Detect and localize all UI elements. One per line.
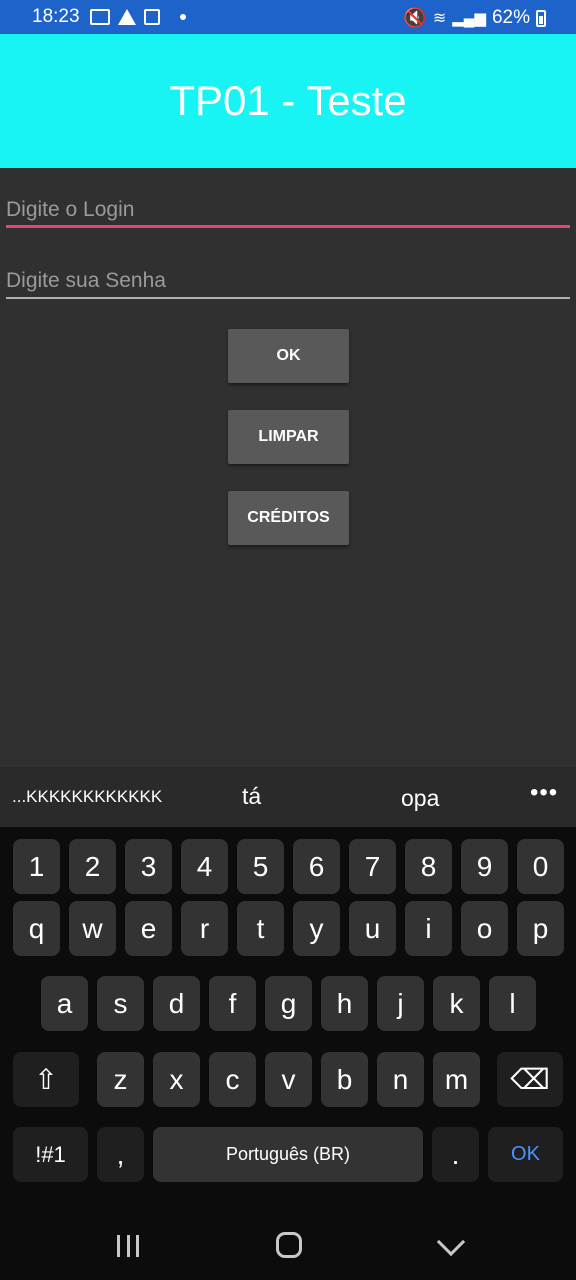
key-7[interactable]: 7	[349, 839, 396, 894]
key-f[interactable]: f	[209, 976, 256, 1031]
warning-icon	[118, 9, 136, 25]
clear-button[interactable]: LIMPAR	[228, 410, 349, 464]
home-icon[interactable]	[276, 1232, 302, 1258]
keyboard-ok-key[interactable]: OK	[488, 1127, 563, 1182]
key-r[interactable]: r	[181, 901, 228, 956]
key-z[interactable]: z	[97, 1052, 144, 1107]
notification-square-icon	[144, 9, 160, 25]
more-notifications-dot-icon	[180, 14, 186, 20]
more-options-icon[interactable]: •••	[530, 779, 558, 807]
key-h[interactable]: h	[321, 976, 368, 1031]
suggestion-2[interactable]: tá	[242, 783, 261, 810]
key-m[interactable]: m	[433, 1052, 480, 1107]
login-input[interactable]: Digite o Login	[6, 168, 570, 228]
backspace-key[interactable]: ⌫	[497, 1052, 563, 1107]
credits-button[interactable]: CRÉDITOS	[228, 491, 349, 545]
key-9[interactable]: 9	[461, 839, 508, 894]
key-c[interactable]: c	[209, 1052, 256, 1107]
mute-icon: 🔇	[403, 8, 427, 29]
login-form: Digite o Login Digite sua Senha OK LIMPA…	[0, 168, 576, 767]
status-time: 18:23	[32, 6, 80, 27]
key-6[interactable]: 6	[293, 839, 340, 894]
key-s[interactable]: s	[97, 976, 144, 1031]
key-q[interactable]: q	[13, 901, 60, 956]
notification-app-icon	[90, 9, 110, 25]
key-1[interactable]: 1	[13, 839, 60, 894]
ok-button[interactable]: OK	[228, 329, 349, 383]
key-4[interactable]: 4	[181, 839, 228, 894]
comma-key[interactable]: ,	[97, 1127, 144, 1182]
key-n[interactable]: n	[377, 1052, 424, 1107]
key-0[interactable]: 0	[517, 839, 564, 894]
key-p[interactable]: p	[517, 901, 564, 956]
key-d[interactable]: d	[153, 976, 200, 1031]
key-i[interactable]: i	[405, 901, 452, 956]
key-v[interactable]: v	[265, 1052, 312, 1107]
password-underline	[6, 297, 570, 299]
key-t[interactable]: t	[237, 901, 284, 956]
password-placeholder: Digite sua Senha	[6, 269, 166, 292]
battery-icon	[536, 9, 546, 27]
key-w[interactable]: w	[69, 901, 116, 956]
navigation-bar	[0, 1210, 576, 1280]
wifi-icon: ≋	[432, 10, 447, 27]
recent-apps-icon[interactable]	[117, 1235, 139, 1257]
space-key[interactable]: Português (BR)	[153, 1127, 423, 1182]
shift-key[interactable]: ⇧	[13, 1052, 79, 1107]
key-y[interactable]: y	[293, 901, 340, 956]
key-b[interactable]: b	[321, 1052, 368, 1107]
suggestion-1[interactable]: ...KKKKKKKKKKKK	[12, 787, 162, 807]
key-o[interactable]: o	[461, 901, 508, 956]
key-l[interactable]: l	[489, 976, 536, 1031]
suggestion-3[interactable]: opa	[401, 785, 439, 812]
key-5[interactable]: 5	[237, 839, 284, 894]
shift-icon: ⇧	[34, 1064, 58, 1095]
key-u[interactable]: u	[349, 901, 396, 956]
keyboard: 1 2 3 4 5 6 7 8 9 0 q w e r t y u i o p …	[0, 827, 576, 1210]
password-input[interactable]: Digite sua Senha	[6, 239, 570, 299]
symbols-key[interactable]: !#1	[13, 1127, 88, 1182]
signal-icon: ▂▄▆	[452, 10, 486, 27]
key-a[interactable]: a	[41, 976, 88, 1031]
back-chevron-icon[interactable]	[436, 1227, 466, 1257]
key-8[interactable]: 8	[405, 839, 452, 894]
period-key[interactable]: .	[432, 1127, 479, 1182]
key-3[interactable]: 3	[125, 839, 172, 894]
app-bar: TP01 - Teste	[0, 34, 576, 168]
key-g[interactable]: g	[265, 976, 312, 1031]
key-x[interactable]: x	[153, 1052, 200, 1107]
status-notification-icons	[90, 8, 186, 26]
status-bar: 18:23 🔇 ≋ ▂▄▆ 62%	[0, 0, 576, 34]
key-k[interactable]: k	[433, 976, 480, 1031]
keyboard-suggestion-bar: ...KKKKKKKKKKKK tá opa •••	[0, 767, 576, 827]
login-underline	[6, 225, 570, 228]
backspace-icon: ⌫	[510, 1064, 550, 1095]
app-title: TP01 - Teste	[169, 77, 407, 124]
battery-percent: 62%	[491, 7, 530, 28]
login-placeholder: Digite o Login	[6, 198, 135, 221]
key-j[interactable]: j	[377, 976, 424, 1031]
key-2[interactable]: 2	[69, 839, 116, 894]
status-right-icons: 🔇 ≋ ▂▄▆ 62%	[403, 6, 546, 30]
key-e[interactable]: e	[125, 901, 172, 956]
